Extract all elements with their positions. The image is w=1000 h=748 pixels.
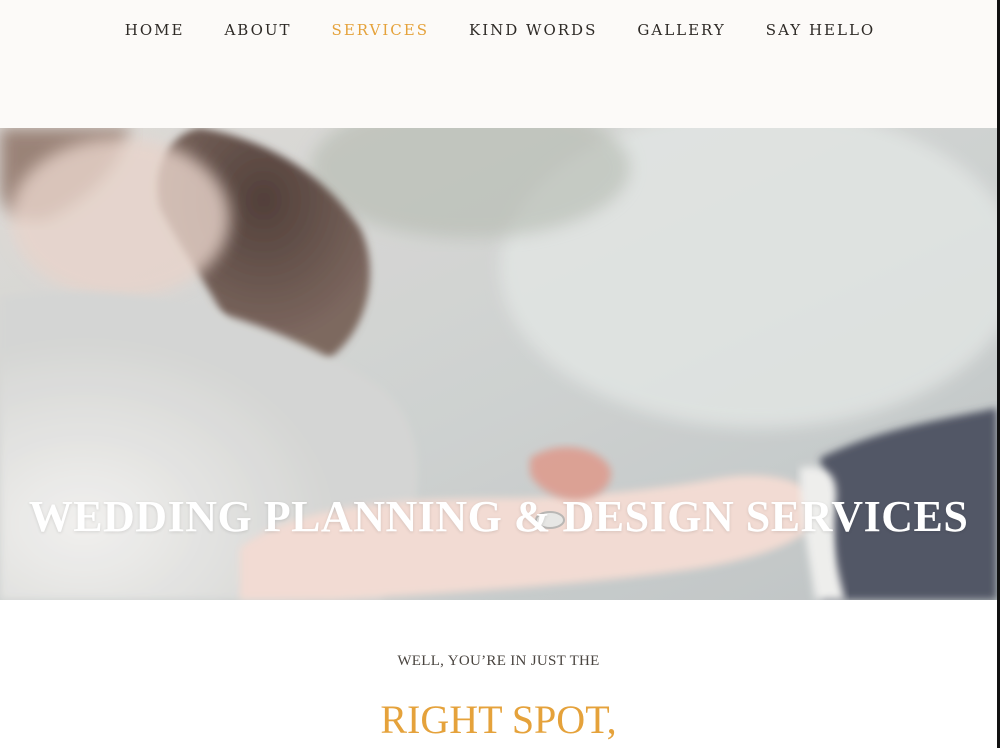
hero-banner: WEDDING PLANNING & DESIGN SERVICES bbox=[0, 128, 997, 600]
nav-services[interactable]: SERVICES bbox=[312, 19, 449, 41]
nav-kind-words[interactable]: KIND WORDS bbox=[449, 19, 617, 41]
nav-gallery[interactable]: GALLERY bbox=[617, 19, 745, 41]
nav-say-hello[interactable]: SAY HELLO bbox=[746, 19, 895, 41]
main-nav: HOME ABOUT SERVICES KIND WORDS GALLERY S… bbox=[0, 19, 1000, 41]
intro-kicker: WELL, YOU’RE IN JUST THE bbox=[397, 653, 600, 669]
nav-home[interactable]: HOME bbox=[105, 19, 205, 41]
intro-headline: RIGHT SPOT, bbox=[380, 697, 617, 742]
nav-about[interactable]: ABOUT bbox=[204, 19, 311, 41]
site-header: HOME ABOUT SERVICES KIND WORDS GALLERY S… bbox=[0, 0, 1000, 128]
hero-title: WEDDING PLANNING & DESIGN SERVICES bbox=[28, 492, 969, 542]
